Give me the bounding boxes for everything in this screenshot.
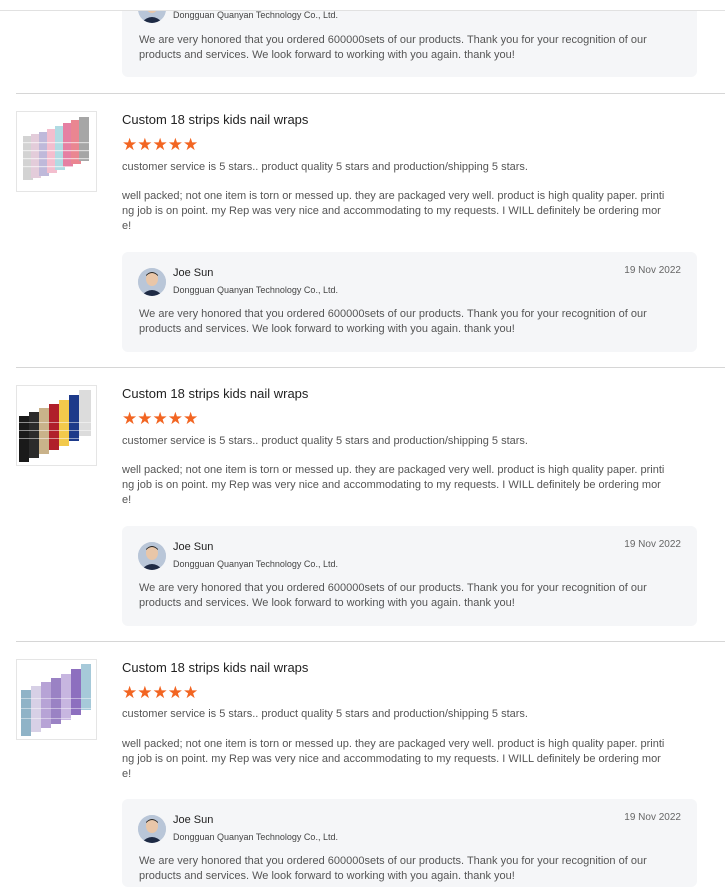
review-body: well packed; not one item is torn or mes… xyxy=(122,464,665,506)
product-thumbnail[interactable] xyxy=(16,659,97,740)
product-thumbnail[interactable] xyxy=(16,111,97,192)
reply-box: Joe Sun Dongguan Quanyan Technology Co.,… xyxy=(122,252,697,352)
reply-company: Dongguan Quanyan Technology Co., Ltd. xyxy=(173,285,338,295)
star-rating: ★★★★★ xyxy=(122,409,199,428)
review-body: well packed; not one item is torn or mes… xyxy=(122,190,665,232)
review-summary: customer service is 5 stars.. product qu… xyxy=(122,708,528,720)
reply-text: We are very honored that you ordered 600… xyxy=(139,582,647,609)
avatar xyxy=(138,268,166,296)
review-summary: customer service is 5 stars.. product qu… xyxy=(122,161,528,173)
reply-date: 19 Nov 2022 xyxy=(624,539,681,550)
reply-company: Dongguan Quanyan Technology Co., Ltd. xyxy=(173,10,338,20)
reply-company: Dongguan Quanyan Technology Co., Ltd. xyxy=(173,832,338,842)
star-rating: ★★★★★ xyxy=(122,683,199,702)
review-title[interactable]: Custom 18 strips kids nail wraps xyxy=(122,386,308,401)
reply-box: Joe Sun Dongguan Quanyan Technology Co.,… xyxy=(122,526,697,626)
reply-date: 19 Nov 2022 xyxy=(624,265,681,276)
reply-author: Joe Sun xyxy=(173,541,214,553)
reply-box-top: Dongguan Quanyan Technology Co., Ltd. We… xyxy=(122,0,697,77)
top-edge xyxy=(0,0,725,11)
star-rating: ★★★★★ xyxy=(122,135,199,154)
reply-company: Dongguan Quanyan Technology Co., Ltd. xyxy=(173,559,338,569)
review-title[interactable]: Custom 18 strips kids nail wraps xyxy=(122,660,308,675)
reply-date: 19 Nov 2022 xyxy=(624,812,681,823)
review-item: Custom 18 strips kids nail wraps ★★★★★ c… xyxy=(16,93,725,368)
review-summary: customer service is 5 stars.. product qu… xyxy=(122,435,528,447)
reply-author: Joe Sun xyxy=(173,267,214,279)
reply-author: Joe Sun xyxy=(173,814,214,826)
reply-text: We are very honored that you ordered 600… xyxy=(139,855,647,882)
review-body: well packed; not one item is torn or mes… xyxy=(122,738,665,780)
review-item: Custom 18 strips kids nail wraps ★★★★★ c… xyxy=(16,641,725,887)
product-thumbnail[interactable] xyxy=(16,385,97,466)
review-item: Custom 18 strips kids nail wraps ★★★★★ c… xyxy=(16,367,725,642)
review-title[interactable]: Custom 18 strips kids nail wraps xyxy=(122,112,308,127)
reply-box: Joe Sun Dongguan Quanyan Technology Co.,… xyxy=(122,799,697,887)
reply-text: We are very honored that you ordered 600… xyxy=(139,34,647,61)
avatar xyxy=(138,815,166,843)
avatar xyxy=(138,542,166,570)
reply-text: We are very honored that you ordered 600… xyxy=(139,308,647,335)
